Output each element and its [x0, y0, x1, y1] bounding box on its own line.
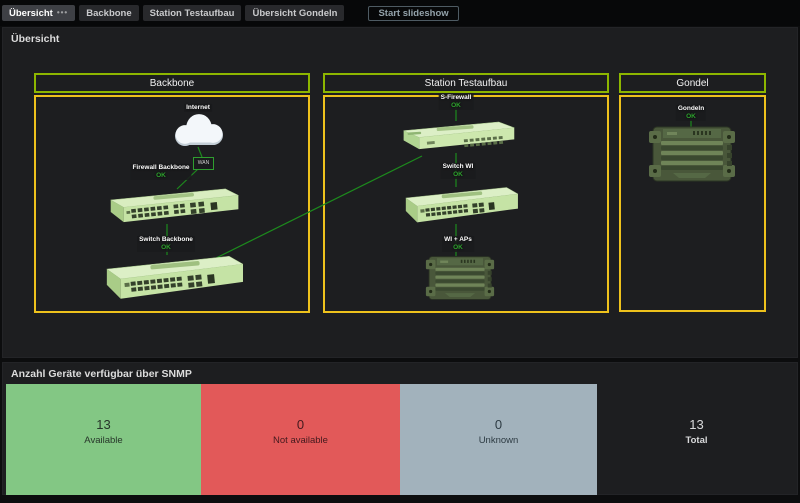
internet-cloud-icon[interactable]	[168, 113, 228, 147]
gondeln-device-image[interactable]	[649, 125, 735, 183]
switch-backbone-label: Switch Backbone	[139, 236, 193, 243]
gondeln-label: Gondeln	[678, 105, 704, 112]
switch-wi-label: Switch WI	[443, 163, 474, 170]
switch-backbone-device-image[interactable]	[95, 253, 243, 301]
node-label-s-firewall[interactable]: S-Firewall OK	[439, 94, 474, 110]
panel-title[interactable]: Übersicht	[11, 33, 59, 45]
internet-label: Internet	[186, 104, 210, 111]
overview-map-panel: Übersicht Backbone Station Testaufbau Go…	[2, 27, 798, 358]
panel-title[interactable]: Anzahl Geräte verfügbar über SNMP	[11, 368, 192, 380]
snmp-blocks: 13 Available 0 Not available 0 Unknown 1…	[6, 384, 796, 495]
not-available-count: 0	[201, 417, 400, 432]
node-label-switch-backbone[interactable]: Switch Backbone OK	[137, 236, 195, 252]
wan-interface-badge[interactable]: WAN	[193, 157, 214, 170]
snmp-block-not-available: 0 Not available	[201, 384, 400, 495]
tab-label: Übersicht Gondeln	[252, 8, 337, 19]
start-slideshow-button[interactable]: Start slideshow	[368, 6, 458, 21]
available-count: 13	[6, 417, 201, 432]
dashboard-tab-bar: Übersicht ••• Backbone Station Testaufba…	[0, 0, 800, 26]
node-label-firewall-backbone[interactable]: Firewall Backbone OK	[130, 164, 191, 180]
unknown-count: 0	[400, 417, 597, 432]
s-firewall-label: S-Firewall	[441, 94, 472, 101]
group-title-station: Station Testaufbau	[323, 73, 609, 93]
wi-aps-device-image[interactable]	[422, 255, 498, 301]
total-count: 13	[597, 417, 796, 432]
not-available-label: Not available	[201, 435, 400, 446]
tab-label: Übersicht	[9, 8, 53, 19]
tab-label: Backbone	[86, 8, 131, 19]
tab-uebersicht[interactable]: Übersicht •••	[2, 5, 75, 21]
tab-backbone[interactable]: Backbone	[79, 5, 138, 21]
gondeln-status: OK	[678, 113, 704, 121]
firewall-backbone-status: OK	[132, 172, 189, 180]
tab-station-testaufbau[interactable]: Station Testaufbau	[143, 5, 242, 21]
tab-menu-dots-icon[interactable]: •••	[57, 9, 68, 17]
unknown-label: Unknown	[400, 435, 597, 446]
node-label-wi-aps[interactable]: WI + APs OK	[442, 236, 474, 252]
switch-wi-status: OK	[443, 171, 474, 179]
snmp-block-unknown: 0 Unknown	[400, 384, 597, 495]
node-label-gondeln[interactable]: Gondeln OK	[676, 105, 706, 121]
snmp-block-total: 13 Total	[597, 384, 796, 495]
switch-wi-device-image[interactable]	[387, 185, 527, 224]
firewall-backbone-label: Firewall Backbone	[132, 164, 189, 171]
wi-aps-status: OK	[444, 244, 472, 252]
snmp-block-available: 13 Available	[6, 384, 201, 495]
wi-aps-label: WI + APs	[444, 236, 472, 243]
snmp-availability-panel: Anzahl Geräte verfügbar über SNMP 13 Ava…	[2, 362, 798, 495]
switch-backbone-status: OK	[139, 244, 193, 252]
group-title-backbone: Backbone	[34, 73, 310, 93]
tab-label: Station Testaufbau	[150, 8, 235, 19]
s-firewall-device-image[interactable]	[393, 120, 521, 153]
available-label: Available	[6, 435, 201, 446]
firewall-backbone-device-image[interactable]	[97, 187, 241, 224]
group-title-gondel: Gondel	[619, 73, 766, 93]
tab-uebersicht-gondeln[interactable]: Übersicht Gondeln	[245, 5, 344, 21]
total-label: Total	[597, 435, 796, 446]
node-label-internet[interactable]: Internet	[184, 104, 212, 112]
s-firewall-status: OK	[441, 102, 472, 110]
node-label-switch-wi[interactable]: Switch WI OK	[441, 163, 476, 179]
